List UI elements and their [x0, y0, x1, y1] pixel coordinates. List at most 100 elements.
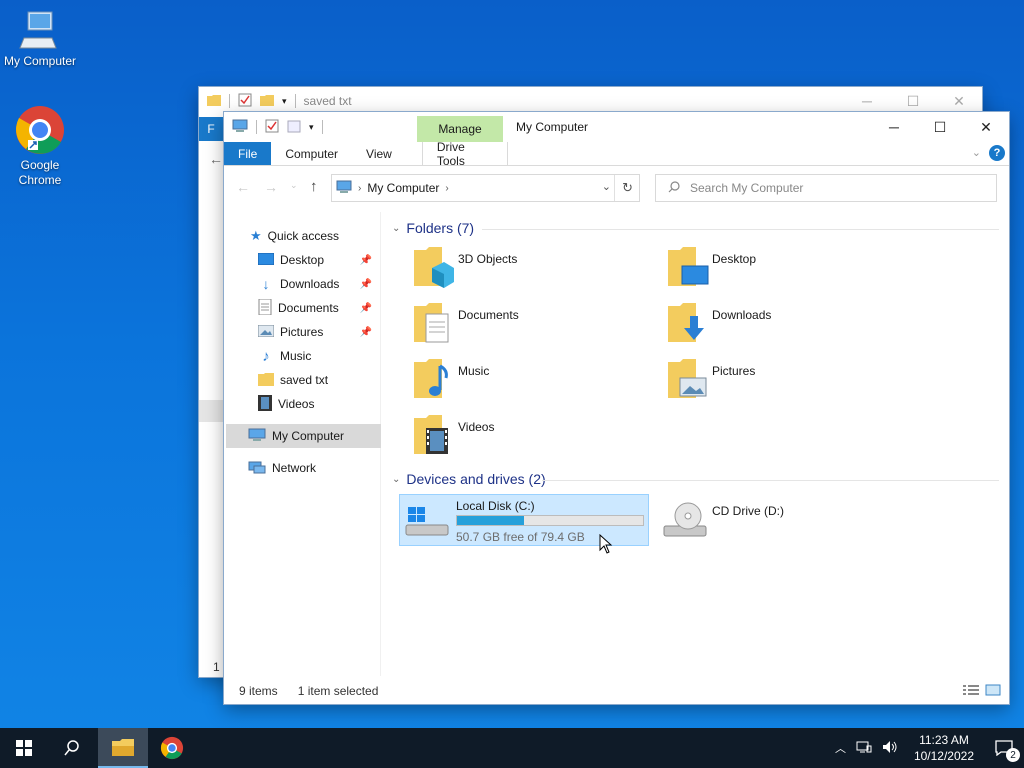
back-arrow-icon[interactable]: ← — [236, 179, 250, 195]
back-file-tab[interactable]: F — [199, 117, 223, 141]
download-icon: ↓ — [262, 276, 270, 292]
network-icon — [248, 460, 266, 477]
nav-label: Quick access — [267, 229, 340, 243]
drive-label: Local Disk (C:) — [456, 499, 535, 513]
titlebar[interactable]: ▾ Manage My Computer ─ ☐ ✕ — [224, 112, 1009, 142]
pin-icon[interactable]: 📌 — [360, 279, 372, 290]
minimize-button[interactable]: ─ — [871, 112, 917, 142]
nav-item-videos[interactable]: Videos — [258, 392, 314, 416]
back-nav-selected — [199, 400, 223, 422]
back-window-title: saved txt — [303, 94, 352, 108]
address-bar[interactable]: › My Computer › ⌄ ↻ — [331, 174, 640, 202]
recent-chevron-icon[interactable]: ⌄ — [290, 180, 298, 191]
minimize-button[interactable]: ─ — [844, 87, 890, 115]
up-arrow-icon[interactable]: ↑ — [310, 178, 318, 195]
desktop-icon — [257, 252, 275, 268]
breadcrumb-separator-icon[interactable]: › — [445, 183, 448, 194]
search-input[interactable]: Search My Computer — [690, 181, 803, 195]
nav-network[interactable]: Network — [248, 456, 316, 480]
nav-quick-access[interactable]: ★ Quick access — [250, 224, 339, 248]
nav-label: Pictures — [280, 325, 324, 339]
pin-icon[interactable]: 📌 — [360, 303, 372, 314]
folder-label: Downloads — [712, 308, 772, 322]
drive-usage-fill — [457, 516, 524, 525]
new-folder-icon[interactable] — [260, 94, 274, 109]
clock-time: 11:23 AM — [919, 733, 969, 747]
tab-drive-tools[interactable]: Drive Tools — [421, 140, 508, 168]
nav-item-saved-txt[interactable]: saved txt — [258, 368, 328, 392]
close-button[interactable]: ✕ — [936, 87, 982, 115]
maximize-button[interactable]: ☐ — [890, 87, 936, 115]
video-icon — [258, 394, 272, 414]
breadcrumb-separator-icon[interactable]: › — [358, 183, 361, 194]
folder-tile-music[interactable]: Music — [402, 358, 652, 410]
properties-icon[interactable] — [265, 119, 279, 136]
folder-3d-objects-icon — [412, 246, 456, 293]
folder-documents-icon — [412, 302, 456, 349]
drive-tile-cd-drive-d[interactable]: CD Drive (D:) — [656, 494, 906, 546]
start-button[interactable] — [0, 728, 48, 768]
folder-tile-downloads[interactable]: Downloads — [656, 302, 906, 354]
properties-icon[interactable] — [238, 93, 252, 110]
network-status-icon[interactable] — [852, 740, 876, 757]
pin-icon[interactable]: 📌 — [360, 327, 372, 338]
tab-view[interactable]: View — [352, 142, 406, 165]
separator — [256, 120, 257, 134]
separator — [294, 94, 296, 108]
star-icon: ★ — [250, 228, 262, 243]
folder-tile-pictures[interactable]: Pictures — [656, 358, 906, 410]
back-titlebar[interactable]: ▾ saved txt ─ ☐ ✕ — [199, 87, 982, 115]
maximize-button[interactable]: ☐ — [917, 112, 963, 142]
details-view-icon[interactable] — [963, 684, 979, 699]
folder-desktop-icon — [666, 246, 710, 293]
folder-tile-desktop[interactable]: Desktop — [656, 246, 906, 298]
breadcrumb-my-computer[interactable]: My Computer — [367, 181, 439, 195]
folder-pictures-icon — [666, 358, 710, 405]
explorer-window[interactable]: ▾ Manage My Computer ─ ☐ ✕ File Computer… — [224, 112, 1009, 704]
refresh-icon[interactable]: ↻ — [622, 180, 633, 196]
folder-icon — [207, 94, 221, 109]
folders-group-header[interactable]: ⌄ Folders (7) — [392, 220, 474, 236]
manage-tab[interactable]: Manage — [417, 116, 503, 142]
nav-item-documents[interactable]: Documents 📌 — [258, 296, 380, 320]
volume-icon[interactable] — [876, 740, 904, 757]
separator — [229, 94, 230, 108]
back-back-arrow-icon[interactable]: ← — [209, 151, 223, 167]
desktop-icon-chrome[interactable]: Google Chrome — [0, 104, 80, 188]
file-explorer-icon — [112, 739, 134, 756]
navigation-pane: ★ Quick access Desktop 📌 ↓ Downloads 📌 D… — [224, 212, 381, 676]
show-hidden-icons-chevron-icon[interactable]: ︿ — [829, 740, 852, 756]
folder-music-icon — [412, 358, 456, 405]
clock[interactable]: 11:23 AM 10/12/2022 — [904, 732, 984, 764]
rename-icon[interactable] — [287, 119, 301, 136]
nav-item-downloads[interactable]: ↓ Downloads 📌 — [258, 272, 380, 296]
expand-ribbon-icon[interactable]: ⌄ — [972, 146, 981, 159]
chevron-down-icon[interactable]: ▾ — [282, 96, 287, 107]
nav-item-pictures[interactable]: Pictures 📌 — [257, 320, 380, 344]
nav-item-music[interactable]: ♪ Music — [258, 344, 311, 368]
folder-tile-documents[interactable]: Documents — [402, 302, 652, 354]
taskbar-file-explorer[interactable] — [98, 728, 148, 768]
desktop-icon-my-computer[interactable]: My Computer — [0, 8, 80, 68]
notification-center-button[interactable]: 2 — [984, 728, 1024, 768]
forward-arrow-icon[interactable]: → — [264, 179, 278, 195]
folder-tile-3d-objects[interactable]: 3D Objects — [402, 246, 652, 298]
nav-item-desktop[interactable]: Desktop 📌 — [257, 248, 380, 272]
nav-label: Documents — [278, 301, 339, 315]
search-button[interactable] — [48, 728, 96, 768]
devices-group-header[interactable]: ⌄ Devices and drives (2) — [392, 471, 546, 487]
large-icons-view-icon[interactable] — [985, 684, 1001, 699]
address-row: ← → ⌄ ↑ › My Computer › ⌄ ↻ Search My Co… — [224, 174, 1009, 204]
search-box[interactable]: Search My Computer — [655, 174, 997, 202]
pin-icon[interactable]: 📌 — [360, 255, 372, 266]
cd-drive-icon — [662, 498, 708, 545]
tab-computer[interactable]: Computer — [271, 142, 352, 165]
tab-file[interactable]: File — [224, 142, 272, 165]
folder-tile-videos[interactable]: Videos — [402, 414, 652, 466]
chevron-down-icon[interactable]: ▾ — [309, 122, 314, 133]
nav-my-computer[interactable]: My Computer — [226, 424, 381, 448]
address-dropdown-icon[interactable]: ⌄ — [602, 180, 611, 193]
close-button[interactable]: ✕ — [963, 112, 1009, 142]
taskbar-chrome[interactable] — [148, 728, 196, 768]
help-icon[interactable]: ? — [989, 145, 1005, 161]
